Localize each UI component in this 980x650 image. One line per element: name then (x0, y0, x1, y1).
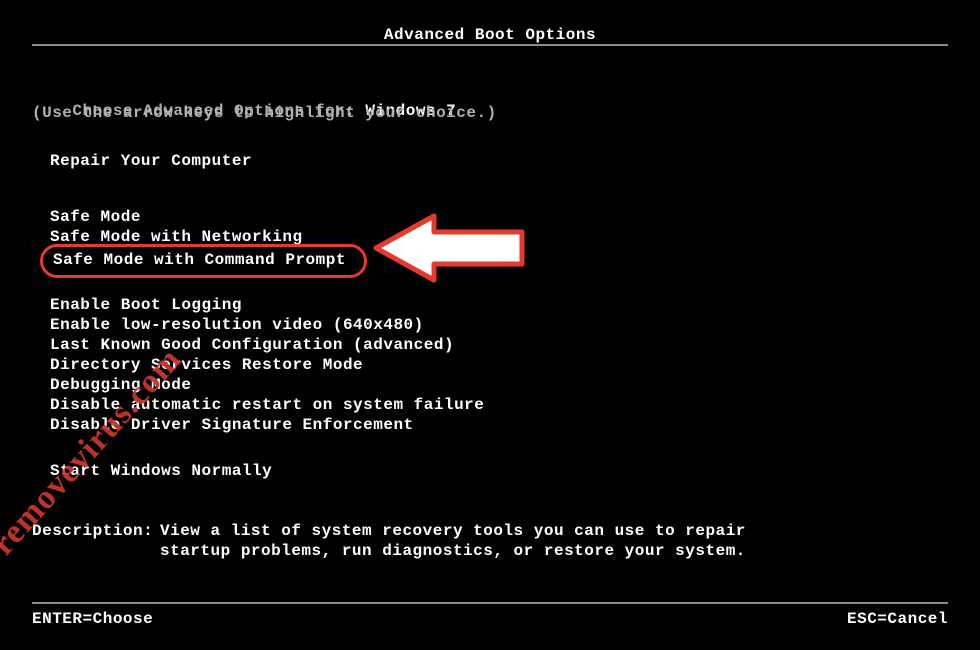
arrow-hint: (Use the arrow keys to highlight your ch… (32, 104, 497, 122)
menu-safe-mode[interactable]: Safe Mode (50, 208, 141, 226)
description-line-1: View a list of system recovery tools you… (160, 522, 746, 540)
boot-options-screen: Advanced Boot Options Choose Advanced Op… (0, 0, 980, 650)
footer-enter: ENTER=Choose (32, 610, 153, 628)
menu-lkgc[interactable]: Last Known Good Configuration (advanced) (50, 336, 454, 354)
pointer-arrow-icon (372, 210, 532, 286)
page-title: Advanced Boot Options (0, 26, 980, 44)
menu-debug[interactable]: Debugging Mode (50, 376, 191, 394)
menu-repair[interactable]: Repair Your Computer (50, 152, 252, 170)
menu-no-drv-sig[interactable]: Disable Driver Signature Enforcement (50, 416, 414, 434)
menu-no-auto-restart[interactable]: Disable automatic restart on system fail… (50, 396, 484, 414)
menu-boot-logging[interactable]: Enable Boot Logging (50, 296, 242, 314)
menu-safe-mode-cmd-label: Safe Mode with Command Prompt (53, 251, 346, 269)
footer-esc: ESC=Cancel (847, 610, 948, 628)
menu-start-normally[interactable]: Start Windows Normally (50, 462, 272, 480)
footer-divider (32, 602, 948, 604)
menu-ds-restore[interactable]: Directory Services Restore Mode (50, 356, 363, 374)
description-label: Description: (32, 522, 153, 540)
menu-low-res-video[interactable]: Enable low-resolution video (640x480) (50, 316, 424, 334)
title-divider (32, 44, 948, 46)
menu-safe-mode-cmd-highlighted[interactable]: Safe Mode with Command Prompt (40, 244, 367, 278)
description-line-2: startup problems, run diagnostics, or re… (160, 542, 746, 560)
